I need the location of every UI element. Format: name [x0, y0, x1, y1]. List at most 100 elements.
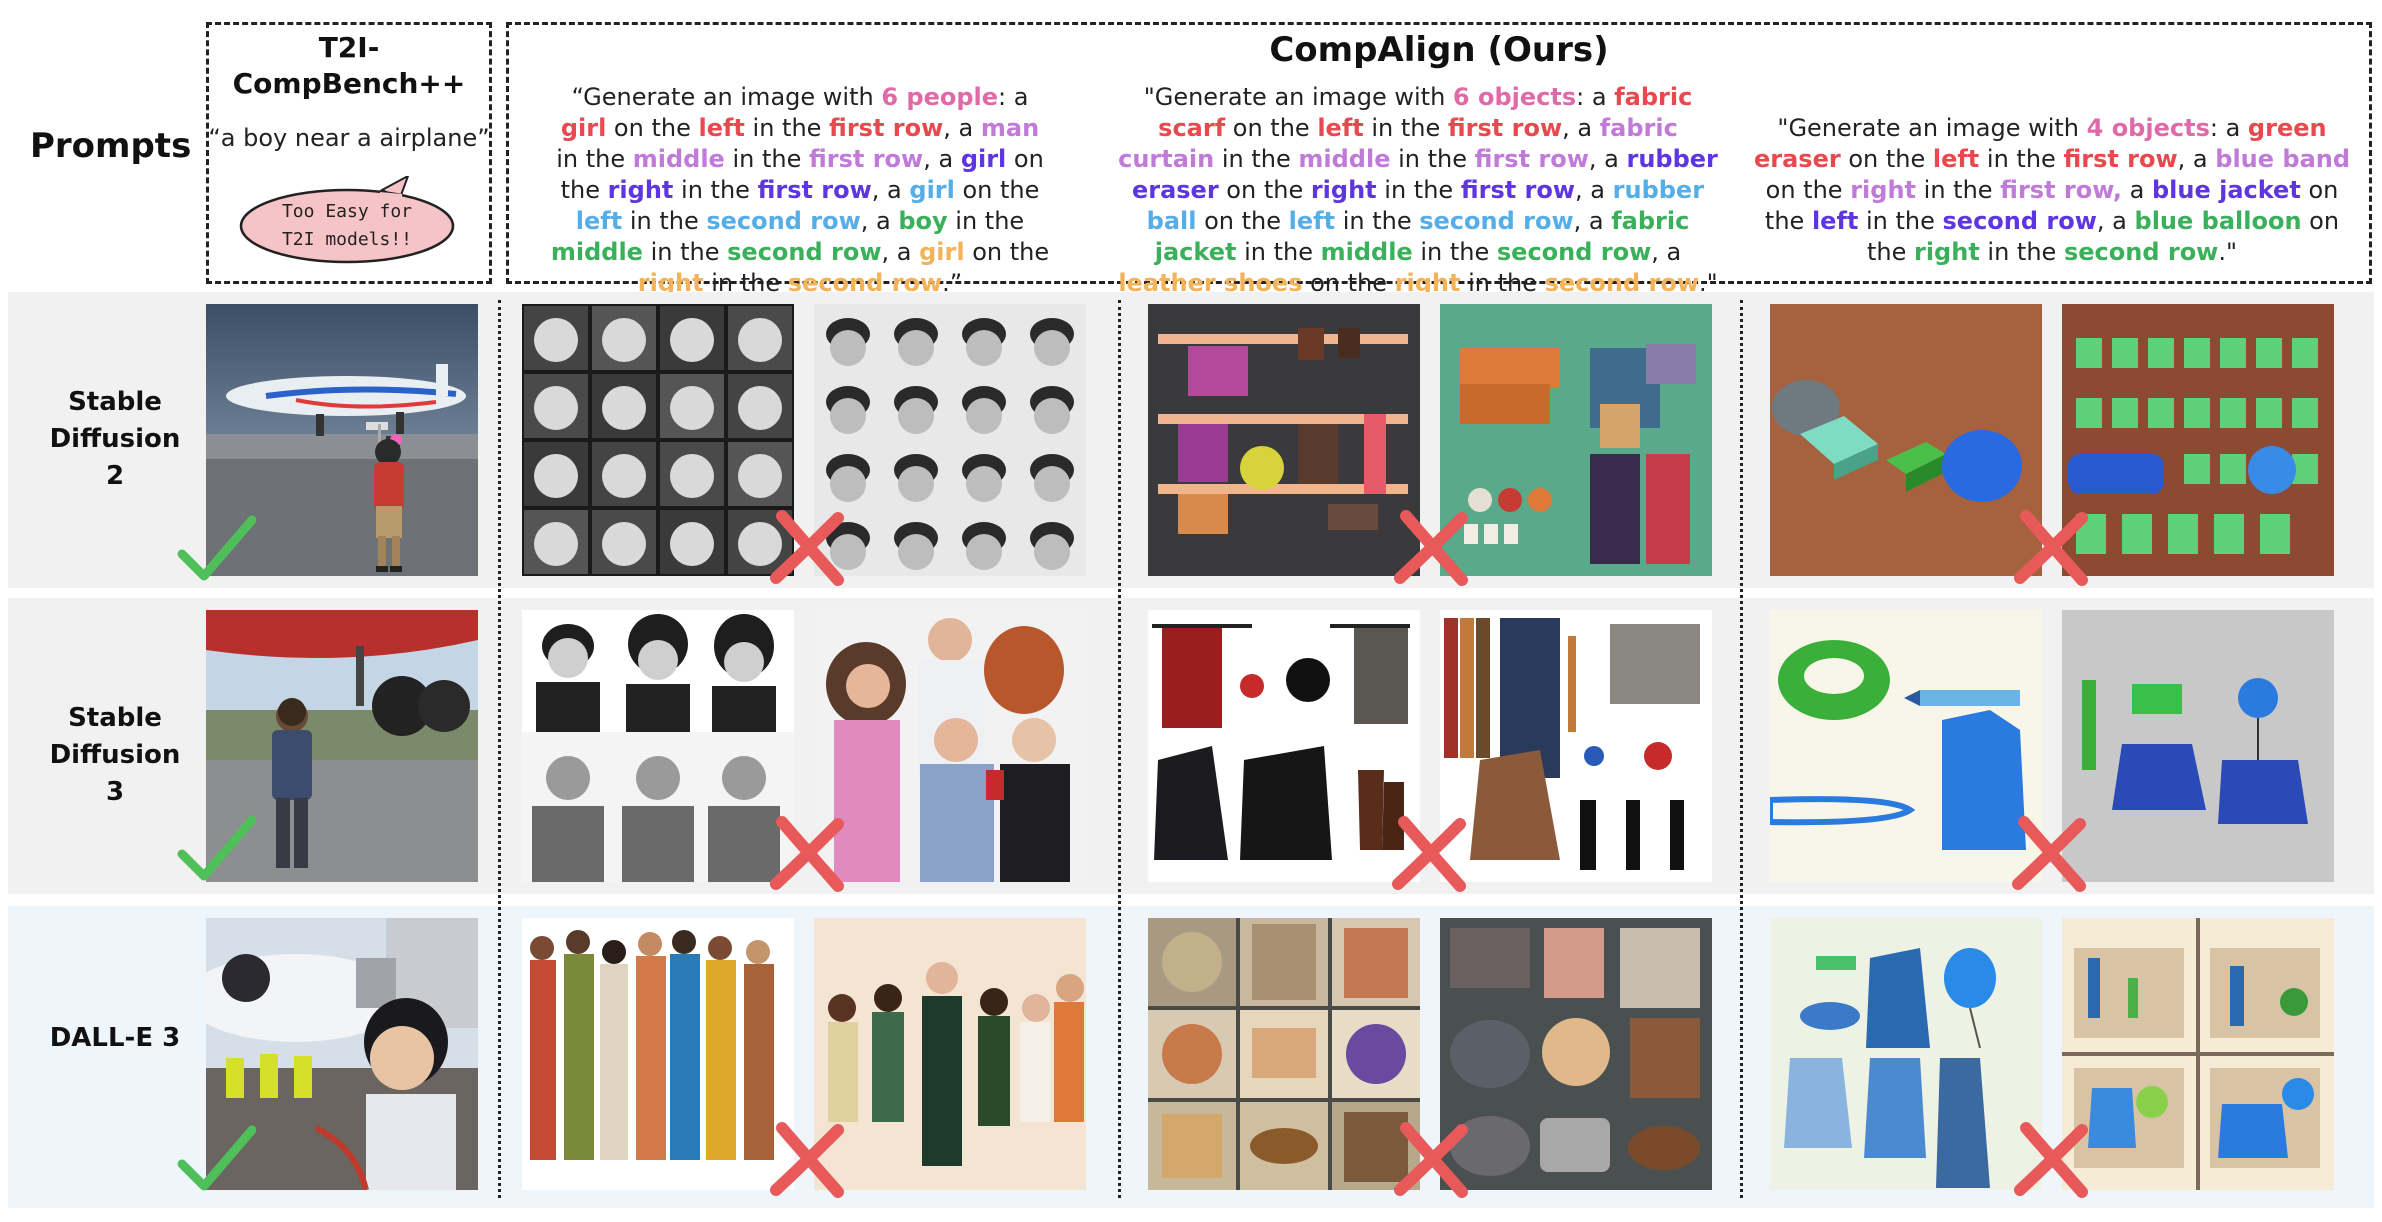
prompt-segment: right	[1850, 176, 1917, 204]
dalle-people-image-1	[522, 918, 794, 1190]
prompt-segment: first row	[1474, 145, 1589, 173]
prompt-segment: in the	[673, 176, 758, 204]
t2i-title-line2: CompBench++	[232, 67, 466, 100]
prompt-segment: first row	[1447, 114, 1563, 142]
prompt-segment: , a	[881, 238, 920, 266]
prompt-segment: a	[2122, 176, 2152, 204]
sd2-objects6-image-1	[1148, 304, 1420, 576]
prompt-segment: : a	[1576, 83, 1615, 111]
prompt-segment: left	[1932, 145, 1980, 173]
prompt-segment: , a	[923, 145, 961, 173]
prompt-segment: first row	[829, 114, 944, 142]
sd2-objects4-image-2	[2062, 304, 2334, 576]
row-label-sd3-line1: Stable	[68, 703, 162, 733]
prompt-segment: on the	[1196, 207, 1289, 235]
prompt-segment: "Generate an image with	[1143, 83, 1453, 111]
prompt-segment: left	[698, 114, 745, 142]
sd2-objects6-image-2	[1440, 304, 1712, 576]
row-label-dalle-line1: DALL-E 3	[49, 1023, 181, 1053]
bubble-line2: T2I models!!	[281, 229, 413, 250]
prompt-segment: second row	[1496, 238, 1652, 266]
prompt-segment: right	[1310, 176, 1377, 204]
cross-icon	[2010, 812, 2090, 892]
sd3-objects4-image-2	[2062, 610, 2334, 882]
sd3-objects6-image-2	[1440, 610, 1712, 882]
cross-icon	[768, 506, 848, 586]
t2i-compbench-title: T2I- CompBench++	[206, 30, 492, 102]
sd2-people-image-1	[522, 304, 794, 576]
cross-icon	[1392, 506, 1472, 586]
prompt-segment: in the	[744, 114, 830, 142]
separator-1	[498, 300, 501, 1198]
prompt-segment: girl	[909, 176, 955, 204]
prompt-segment: on the	[1765, 176, 1851, 204]
separator-3	[1740, 300, 1743, 1198]
check-icon	[176, 1120, 256, 1200]
prompt-segment: boy	[898, 207, 948, 235]
prompt-segment: on the	[606, 114, 699, 142]
cross-icon	[1392, 1118, 1472, 1198]
prompt-segment: in the	[1979, 238, 2064, 266]
t2i-prompt: “a boy near a airplane”	[208, 124, 490, 152]
prompt-segment: on the	[1225, 114, 1318, 142]
prompt-segment: left	[1288, 207, 1336, 235]
prompt-objects6: "Generate an image with 6 objects: a fab…	[1108, 82, 1728, 299]
prompt-segment: in the	[1390, 145, 1475, 173]
prompt-segment: on the	[954, 176, 1040, 204]
prompt-segment: left	[575, 207, 623, 235]
prompt-segment: 4 objects	[2086, 114, 2210, 142]
prompt-segment: on the	[1840, 145, 1933, 173]
cross-icon	[768, 1118, 848, 1198]
prompt-segment: in the	[642, 238, 728, 266]
prompt-segment: second row	[1942, 207, 2097, 235]
row-label-sd2: Stable Diffusion 2	[40, 384, 190, 495]
prompt-people: “Generate an image with 6 people: a girl…	[550, 82, 1050, 299]
row-label-sd2-line1: Stable	[68, 387, 162, 417]
prompt-segment: , a	[860, 207, 899, 235]
prompt-segment: on the	[964, 238, 1050, 266]
cross-icon	[2012, 1118, 2092, 1198]
prompt-segment: , a	[943, 114, 981, 142]
speech-bubble: Too Easy for T2I models!!	[232, 173, 462, 268]
prompt-segment: girl	[560, 114, 607, 142]
prompt-segment: middle	[1320, 238, 1413, 266]
prompt-segment: in the	[1363, 114, 1448, 142]
prompt-segment: in the	[947, 207, 1025, 235]
prompt-segment: "Generate an image with	[1777, 114, 2087, 142]
prompt-segment: : a	[998, 83, 1029, 111]
prompt-segment: “Generate an image with	[571, 83, 882, 111]
prompt-segment: first row	[757, 176, 872, 204]
dalle-objects6-image-1	[1148, 918, 1420, 1190]
row-label-sd3-line2: Diffusion 3	[49, 740, 181, 807]
cross-icon	[768, 812, 848, 892]
bubble-line1: Too Easy for	[281, 201, 413, 222]
prompt-segment: 6 people	[881, 83, 999, 111]
prompt-segment: in the	[1412, 238, 1497, 266]
prompt-segment: , a	[2177, 145, 2216, 173]
prompt-segment: , a	[1573, 207, 1612, 235]
prompt-segment: in the	[1858, 207, 1943, 235]
prompt-segment: : a	[2209, 114, 2248, 142]
t2i-title-line1: T2I-	[318, 31, 380, 64]
dalle-objects6-image-2	[1440, 918, 1712, 1190]
sd3-objects6-image-1	[1148, 610, 1420, 882]
prompt-segment: ."	[2218, 238, 2238, 266]
prompt-segment: in the	[1236, 238, 1321, 266]
prompt-segment: second row	[1419, 207, 1574, 235]
dalle-objects4-image-2	[2062, 918, 2334, 1190]
prompt-segment: second row	[706, 207, 861, 235]
prompt-segment: on the	[1218, 176, 1311, 204]
prompt-segment: middle	[1298, 145, 1391, 173]
cross-icon	[1390, 812, 1470, 892]
compalign-title: CompAlign (Ours)	[1269, 30, 1609, 70]
sd3-people-image-1	[522, 610, 794, 882]
prompt-segment: in the	[556, 145, 633, 173]
sd3-objects4-image-1	[1770, 610, 2042, 882]
prompt-segment: in the	[1916, 176, 2001, 204]
prompt-segment: in the	[1214, 145, 1299, 173]
bubble-text: Too Easy for T2I models!!	[232, 198, 462, 254]
prompt-segment: in the	[622, 207, 707, 235]
prompt-segment: blue jacket	[2151, 176, 2301, 204]
prompt-segment: , a	[1562, 114, 1600, 142]
row-label-sd3: Stable Diffusion 3	[40, 700, 190, 811]
